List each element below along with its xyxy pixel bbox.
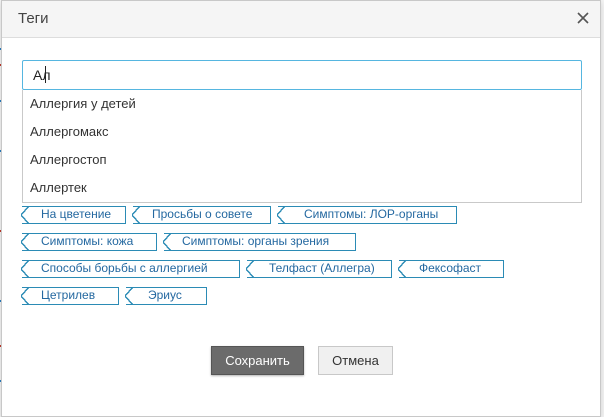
- close-icon: [577, 12, 589, 24]
- tag-chip[interactable]: Цетрилев: [21, 287, 119, 305]
- tag-row: Способы борьбы с аллергией Телфаст (Аллег…: [21, 260, 582, 278]
- dialog-header: Теги: [2, 1, 600, 38]
- tag-row: На цветение Просьбы о совете Симптомы: ЛОР…: [21, 206, 582, 224]
- cancel-button[interactable]: Отмена: [318, 346, 393, 375]
- tag-row: Симптомы: кожа Симптомы: органы зрения: [21, 233, 582, 251]
- tag-chip[interactable]: Симптомы: ЛОР-органы: [277, 206, 457, 224]
- suggestion-item[interactable]: Аллертек: [23, 174, 581, 202]
- suggestion-item[interactable]: Аллергия у детей: [23, 90, 581, 118]
- tag-chip[interactable]: Телфаст (Аллегра): [246, 260, 392, 278]
- close-button[interactable]: [572, 7, 594, 29]
- text-caret: [45, 66, 46, 83]
- dialog-title: Теги: [18, 10, 49, 27]
- suggestion-item[interactable]: Аллергомакс: [23, 118, 581, 146]
- tag-row: Цетрилев Эриус: [21, 287, 582, 305]
- suggestion-item[interactable]: Аллергостоп: [23, 146, 581, 174]
- tag-search-input[interactable]: [22, 60, 582, 90]
- tag-chip[interactable]: Просьбы о совете: [132, 206, 271, 224]
- tag-chip[interactable]: Способы борьбы с аллергией: [21, 260, 240, 278]
- tag-chip[interactable]: Эриус: [125, 287, 207, 305]
- tag-chip[interactable]: Фексофаст: [398, 260, 504, 278]
- tag-cloud: На цветение Просьбы о совете Симптомы: ЛОР…: [21, 206, 582, 314]
- tag-chip[interactable]: Симптомы: кожа: [21, 233, 157, 251]
- tag-chip[interactable]: Симптомы: органы зрения: [163, 233, 356, 251]
- save-button[interactable]: Сохранить: [211, 346, 304, 375]
- tag-chip[interactable]: На цветение: [21, 206, 126, 224]
- suggestion-list: Аллергия у детей Аллергомакс Аллергостоп…: [22, 90, 582, 203]
